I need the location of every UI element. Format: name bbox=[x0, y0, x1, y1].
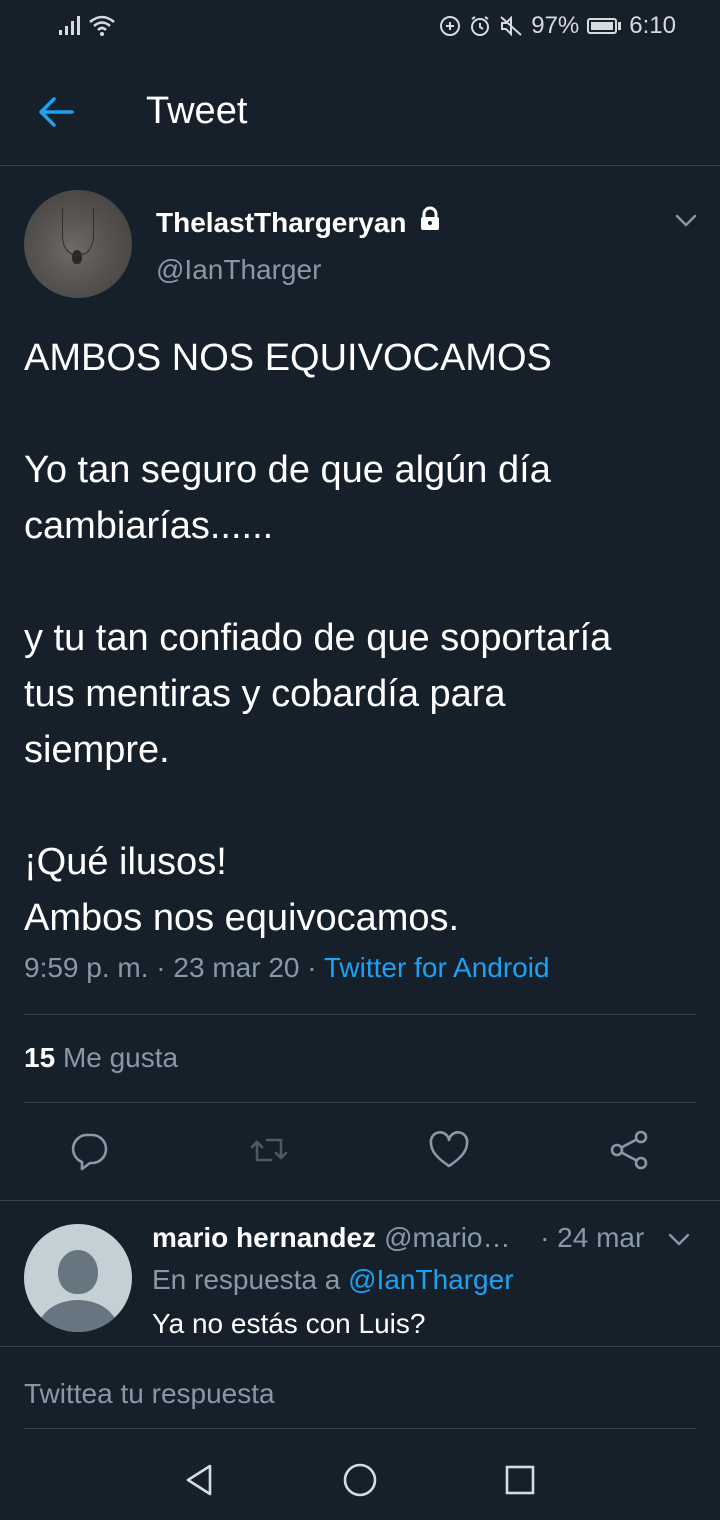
reply-author-name: mario hernandez bbox=[152, 1222, 377, 1253]
battery-percent: 97% bbox=[531, 12, 580, 39]
clock: 6:10 bbox=[629, 12, 676, 39]
system-nav-bar bbox=[0, 1440, 720, 1520]
tweet-line: ¡Qué ilusos! bbox=[24, 841, 227, 883]
divider bbox=[24, 1102, 696, 1103]
retweet-icon[interactable] bbox=[247, 1128, 291, 1172]
author-avatar[interactable] bbox=[24, 190, 132, 298]
back-arrow-icon[interactable] bbox=[32, 88, 80, 136]
tweet-meta: 9:59 p. m. · 23 mar 20 · Twitter for And… bbox=[24, 952, 550, 983]
likes-count[interactable]: 15 Me gusta bbox=[24, 1042, 178, 1074]
page-title: Tweet bbox=[146, 90, 248, 132]
alarm-icon bbox=[469, 15, 491, 37]
author-name-row[interactable]: ThelastThargeryan bbox=[156, 206, 443, 239]
tweet-line: y tu tan confiado de que soportaría bbox=[24, 617, 612, 659]
data-saver-icon bbox=[439, 15, 461, 37]
reply-text: Ya no estás con Luis? bbox=[152, 1308, 426, 1339]
divider bbox=[24, 1014, 696, 1015]
in-reply-to: En respuesta a @IanTharger bbox=[152, 1264, 514, 1296]
reply-avatar[interactable] bbox=[24, 1224, 132, 1332]
nav-home-icon[interactable] bbox=[340, 1460, 380, 1500]
tweet-source-link[interactable]: Twitter for Android bbox=[324, 952, 550, 983]
lock-icon bbox=[417, 206, 443, 239]
mute-icon bbox=[499, 15, 523, 37]
tweet-date: 23 mar 20 bbox=[173, 952, 300, 983]
reply-author-handle: @mario… bbox=[384, 1222, 511, 1253]
tweet-line: siempre. bbox=[24, 729, 170, 771]
reply-icon[interactable] bbox=[68, 1128, 112, 1172]
tweet-line: Yo tan seguro de que algún día bbox=[24, 449, 551, 491]
chevron-down-icon[interactable] bbox=[666, 1226, 692, 1252]
divider bbox=[0, 1200, 720, 1201]
chevron-down-icon[interactable] bbox=[672, 206, 700, 234]
tweet-line: AMBOS NOS EQUIVOCAMOS bbox=[24, 337, 552, 379]
divider bbox=[0, 1346, 720, 1347]
tweet-line: Ambos nos equivocamos. bbox=[24, 897, 460, 939]
top-app-bar: Tweet bbox=[0, 56, 720, 166]
share-icon[interactable] bbox=[607, 1128, 651, 1172]
in-reply-prefix: En respuesta a bbox=[152, 1264, 341, 1295]
tweet-line: tus mentiras y cobardía para bbox=[24, 673, 506, 715]
nav-recents-icon[interactable] bbox=[500, 1460, 540, 1500]
author-name: ThelastThargeryan bbox=[156, 206, 407, 238]
tweet-line: cambiarías...... bbox=[24, 505, 274, 547]
nav-back-icon[interactable] bbox=[180, 1460, 220, 1500]
tweet-actions bbox=[0, 1128, 720, 1178]
tweet-time: 9:59 p. m. bbox=[24, 952, 149, 983]
wifi-icon bbox=[88, 14, 116, 36]
reply-date: · 24 mar bbox=[540, 1222, 645, 1253]
divider bbox=[24, 1428, 696, 1429]
like-heart-icon[interactable] bbox=[427, 1128, 471, 1172]
tweet-text: AMBOS NOS EQUIVOCAMOS Yo tan seguro de q… bbox=[24, 330, 704, 946]
reply-header[interactable]: mario hernandez @mario… · 24 mar bbox=[152, 1222, 662, 1254]
likes-label: Me gusta bbox=[62, 1042, 179, 1073]
in-reply-mention-link[interactable]: @IanTharger bbox=[348, 1264, 513, 1295]
status-bar: 97% 6:10 bbox=[0, 0, 720, 56]
author-handle[interactable]: @IanTharger bbox=[156, 254, 321, 286]
reply-compose-input[interactable]: Twittea tu respuesta bbox=[24, 1378, 275, 1410]
battery-icon bbox=[587, 18, 622, 34]
signal-icon bbox=[58, 14, 82, 36]
likes-number: 15 bbox=[24, 1042, 56, 1073]
